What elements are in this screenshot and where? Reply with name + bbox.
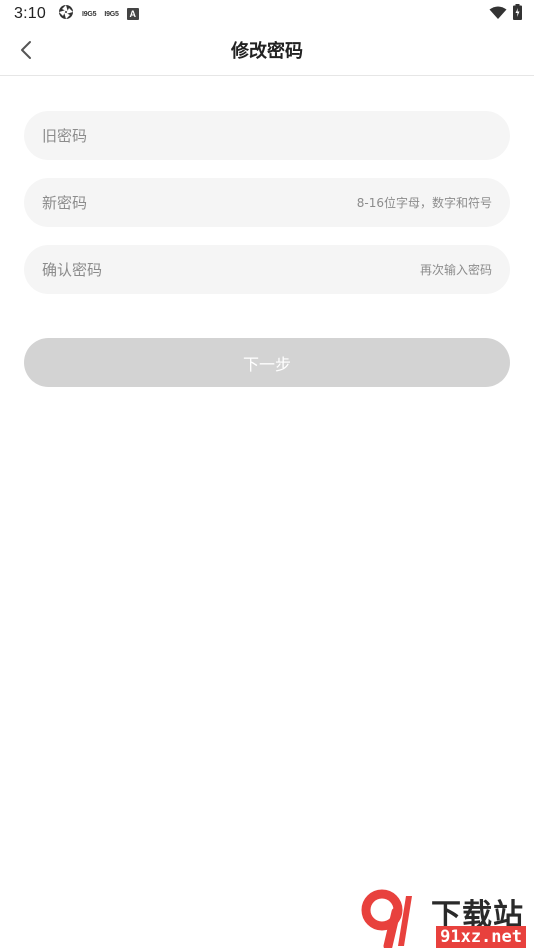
status-system-icons	[489, 4, 522, 24]
old-password-field[interactable]: 旧密码	[24, 111, 510, 160]
watermark-91-icon	[360, 888, 422, 950]
a-notification-icon: A	[126, 8, 139, 20]
page-title: 修改密码	[231, 41, 303, 62]
aperture-icon	[58, 4, 74, 24]
status-notification-icons: I9G5 I9G5 A	[58, 4, 139, 24]
confirm-password-label: 确认密码	[42, 261, 103, 279]
notification-badge: I9G5	[81, 10, 97, 18]
watermark-logo: 下载站 91xz.net	[360, 888, 530, 950]
notification-badge: I9G5	[104, 10, 119, 18]
confirm-password-field[interactable]: 确认密码 再次输入密码	[24, 245, 510, 294]
new-password-label: 新密码	[42, 194, 88, 212]
battery-icon	[513, 4, 522, 24]
status-bar: 3:10 I9G5 I9G5 A	[0, 0, 534, 28]
status-time: 3:10	[14, 5, 46, 22]
old-password-label: 旧密码	[42, 127, 88, 145]
new-password-field[interactable]: 新密码 8-16位字母，数字和符号	[24, 178, 510, 227]
nav-bar: 修改密码	[0, 28, 534, 76]
watermark-bottom-text: 91xz.net	[436, 926, 526, 948]
confirm-password-hint: 再次输入密码	[419, 263, 492, 277]
change-password-form: 旧密码 新密码 8-16位字母，数字和符号 确认密码 再次输入密码	[24, 111, 510, 312]
next-step-button[interactable]: 下一步	[24, 338, 510, 387]
wifi-icon	[489, 5, 507, 24]
new-password-hint: 8-16位字母，数字和符号	[356, 196, 492, 210]
